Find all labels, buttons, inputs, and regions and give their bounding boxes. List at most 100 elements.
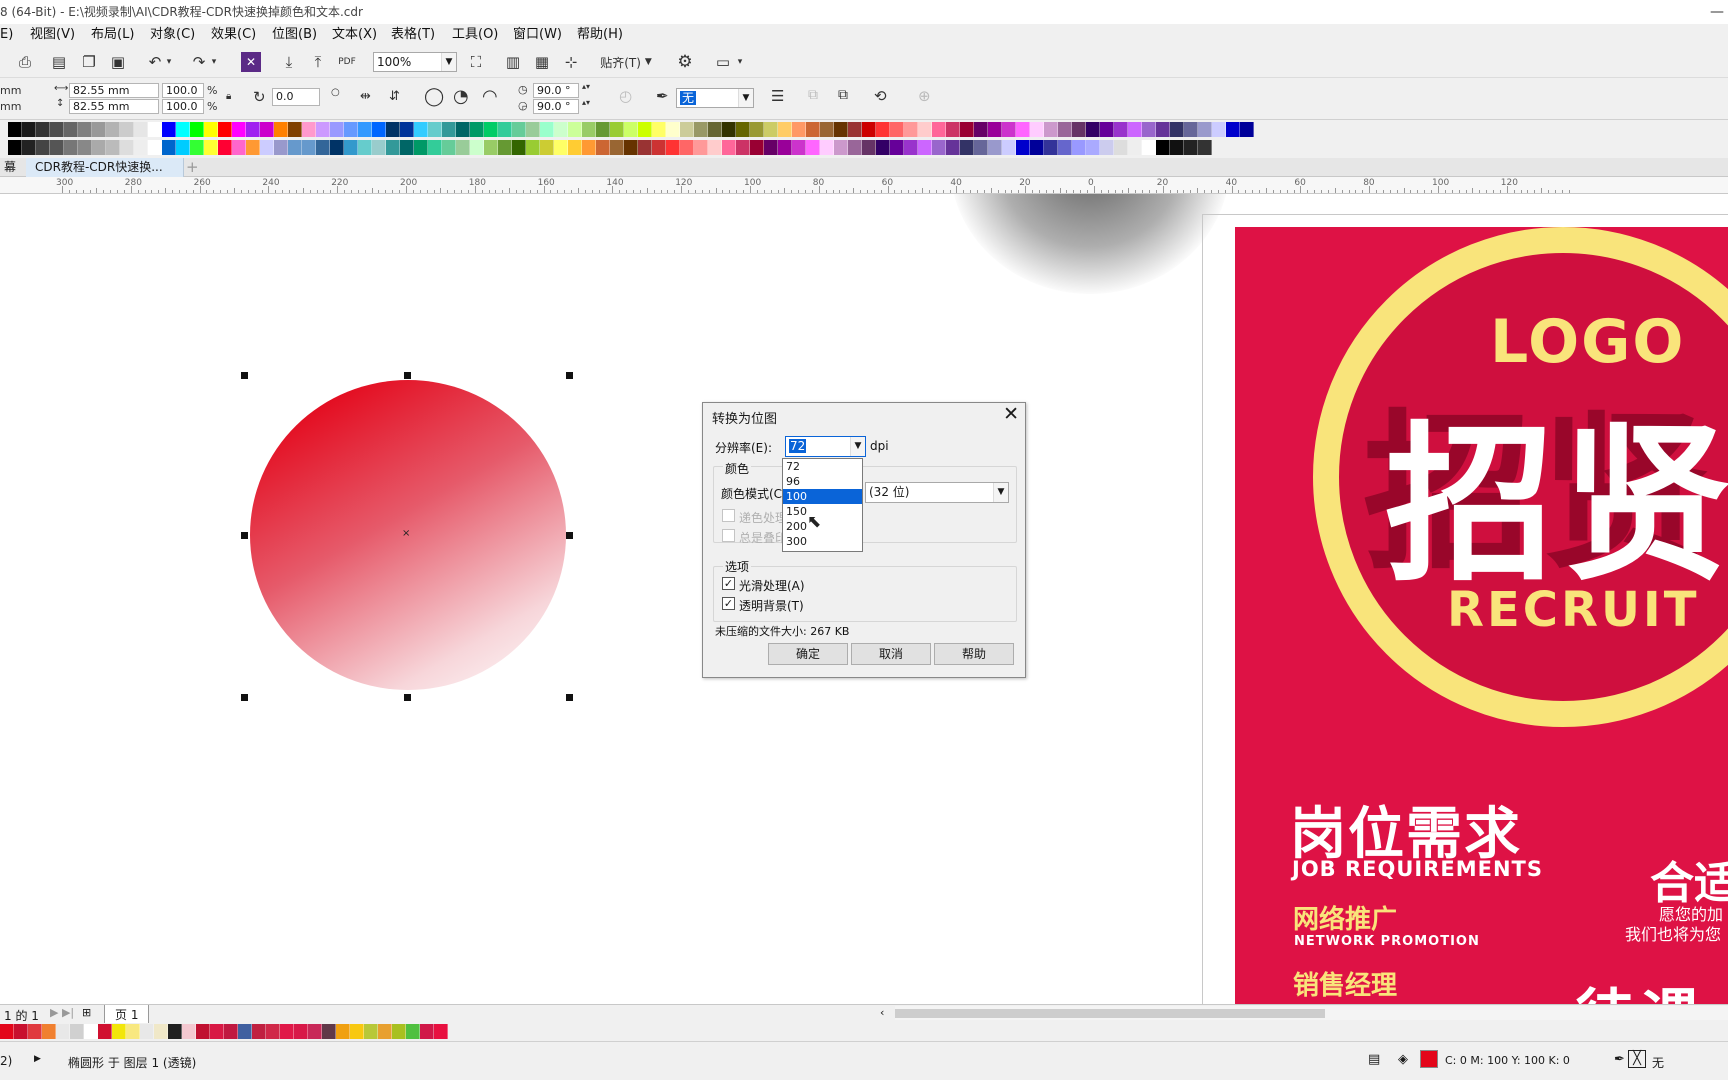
color-swatch[interactable] bbox=[918, 122, 932, 137]
color-swatch[interactable] bbox=[792, 122, 806, 137]
close-icon[interactable]: ✕ bbox=[1003, 403, 1019, 425]
color-swatch[interactable] bbox=[84, 1024, 98, 1039]
color-swatch[interactable] bbox=[28, 1024, 42, 1039]
color-swatch[interactable] bbox=[204, 140, 218, 155]
zoom-fit-icon[interactable]: ⛶ bbox=[465, 51, 487, 73]
color-swatch[interactable] bbox=[190, 140, 204, 155]
color-swatch[interactable] bbox=[988, 122, 1002, 137]
color-proof-icon[interactable]: ▤ bbox=[1368, 1052, 1380, 1067]
color-swatch[interactable] bbox=[750, 122, 764, 137]
color-swatch[interactable] bbox=[1128, 122, 1142, 137]
lock-icon[interactable]: 🔒︎ bbox=[226, 91, 231, 102]
color-swatch[interactable] bbox=[98, 1024, 112, 1039]
color-swatch[interactable] bbox=[22, 140, 36, 155]
minimize-icon[interactable]: — bbox=[1710, 0, 1724, 24]
color-swatch[interactable] bbox=[112, 1024, 126, 1039]
color-swatch[interactable] bbox=[218, 140, 232, 155]
color-swatch[interactable] bbox=[428, 122, 442, 137]
horizontal-scrollbar[interactable] bbox=[895, 1006, 1728, 1020]
color-swatch[interactable] bbox=[1212, 122, 1226, 137]
color-swatch[interactable] bbox=[330, 140, 344, 155]
color-swatch[interactable] bbox=[210, 1024, 224, 1039]
color-swatch[interactable] bbox=[414, 122, 428, 137]
color-swatch[interactable] bbox=[624, 140, 638, 155]
color-swatch[interactable] bbox=[50, 140, 64, 155]
selection-handle[interactable] bbox=[241, 532, 248, 539]
color-swatch[interactable] bbox=[862, 122, 876, 137]
color-swatch[interactable] bbox=[36, 140, 50, 155]
color-swatch[interactable] bbox=[288, 140, 302, 155]
color-swatch[interactable] bbox=[260, 140, 274, 155]
color-swatch[interactable] bbox=[42, 1024, 56, 1039]
menu-bitmaps[interactable]: 位图(B) bbox=[272, 24, 317, 46]
start-angle-field[interactable]: 90.0 ° bbox=[533, 83, 579, 98]
resolution-option[interactable]: 300 bbox=[783, 534, 862, 549]
color-swatch[interactable] bbox=[1198, 140, 1212, 155]
color-swatch[interactable] bbox=[162, 140, 176, 155]
width-field[interactable]: 82.55 mm bbox=[69, 83, 159, 98]
menu-edit[interactable]: E) bbox=[0, 24, 13, 46]
color-swatch[interactable] bbox=[246, 122, 260, 137]
color-swatch[interactable] bbox=[1100, 140, 1114, 155]
color-swatch[interactable] bbox=[1072, 122, 1086, 137]
color-swatch[interactable] bbox=[974, 122, 988, 137]
color-swatch[interactable] bbox=[1114, 140, 1128, 155]
color-swatch[interactable] bbox=[666, 122, 680, 137]
color-swatch[interactable] bbox=[386, 140, 400, 155]
color-swatch[interactable] bbox=[820, 140, 834, 155]
color-swatch[interactable] bbox=[378, 1024, 392, 1039]
color-swatch[interactable] bbox=[358, 122, 372, 137]
scale-width-field[interactable]: 100.0 bbox=[162, 83, 204, 98]
color-swatch[interactable] bbox=[232, 122, 246, 137]
color-swatch[interactable] bbox=[406, 1024, 420, 1039]
color-swatch[interactable] bbox=[420, 1024, 434, 1039]
color-swatch[interactable] bbox=[708, 140, 722, 155]
arc-icon[interactable]: ◠ bbox=[482, 86, 498, 107]
resolution-select[interactable]: 72 ▼ bbox=[785, 436, 866, 457]
launch-dropdown-icon[interactable]: ▾ bbox=[734, 51, 746, 73]
color-swatch[interactable] bbox=[526, 122, 540, 137]
color-swatch[interactable] bbox=[484, 140, 498, 155]
expand-icon[interactable]: ▶ bbox=[34, 1054, 41, 1064]
color-swatch[interactable] bbox=[252, 1024, 266, 1039]
color-swatch[interactable] bbox=[512, 122, 526, 137]
color-swatch[interactable] bbox=[568, 140, 582, 155]
resolution-option[interactable]: 150 bbox=[783, 504, 862, 519]
end-angle-field[interactable]: 90.0 ° bbox=[533, 99, 579, 114]
add-page-icon[interactable]: ⊞ bbox=[82, 1006, 91, 1019]
color-swatch[interactable] bbox=[498, 122, 512, 137]
color-swatch[interactable] bbox=[834, 122, 848, 137]
color-swatch[interactable] bbox=[708, 122, 722, 137]
color-swatch[interactable] bbox=[126, 1024, 140, 1039]
color-swatch[interactable] bbox=[56, 1024, 70, 1039]
color-swatch[interactable] bbox=[120, 122, 134, 137]
resolution-option[interactable]: 96 bbox=[783, 474, 862, 489]
color-swatch[interactable] bbox=[14, 1024, 28, 1039]
color-swatch[interactable] bbox=[266, 1024, 280, 1039]
color-swatch[interactable] bbox=[322, 1024, 336, 1039]
color-swatch[interactable] bbox=[848, 140, 862, 155]
redo-dropdown-icon[interactable]: ▾ bbox=[208, 51, 220, 73]
color-swatch[interactable] bbox=[526, 140, 540, 155]
pie-icon[interactable]: ◔ bbox=[453, 86, 469, 107]
menu-view[interactable]: 视图(V) bbox=[30, 24, 75, 46]
color-swatch[interactable] bbox=[1030, 140, 1044, 155]
convert-curves-icon[interactable]: ⟲ bbox=[874, 87, 887, 105]
color-swatch[interactable] bbox=[78, 140, 92, 155]
color-swatch[interactable] bbox=[1142, 140, 1156, 155]
color-swatch[interactable] bbox=[308, 1024, 322, 1039]
color-swatch[interactable] bbox=[344, 140, 358, 155]
color-swatch[interactable] bbox=[736, 122, 750, 137]
color-swatch[interactable] bbox=[792, 140, 806, 155]
selection-handle[interactable] bbox=[566, 532, 573, 539]
launch-icon[interactable]: ▭ bbox=[712, 51, 734, 73]
color-swatch[interactable] bbox=[1184, 140, 1198, 155]
color-swatch[interactable] bbox=[50, 122, 64, 137]
paste-icon[interactable]: ▣ bbox=[107, 51, 129, 73]
color-swatch[interactable] bbox=[736, 140, 750, 155]
color-swatch[interactable] bbox=[316, 122, 330, 137]
color-swatch[interactable] bbox=[246, 140, 260, 155]
color-swatch[interactable] bbox=[848, 122, 862, 137]
selection-handle[interactable] bbox=[241, 372, 248, 379]
color-swatch[interactable] bbox=[638, 122, 652, 137]
